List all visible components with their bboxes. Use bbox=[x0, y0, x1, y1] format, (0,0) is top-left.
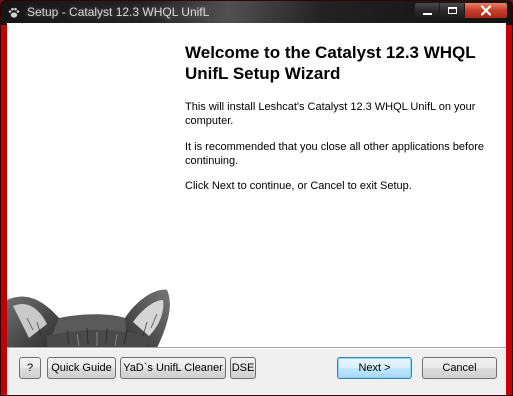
dse-button[interactable]: DSE bbox=[230, 357, 256, 379]
minimize-icon bbox=[422, 12, 432, 15]
welcome-heading: Welcome to the Catalyst 12.3 WHQL UnifL … bbox=[185, 43, 476, 83]
next-button[interactable]: Next > bbox=[337, 357, 412, 379]
minimize-button[interactable] bbox=[414, 2, 440, 19]
quick-guide-button[interactable]: Quick Guide bbox=[47, 357, 116, 379]
title-bar[interactable]: Setup - Catalyst 12.3 WHQL UnifL bbox=[1, 1, 512, 25]
frame-border-right bbox=[506, 25, 512, 395]
welcome-panel: Welcome to the Catalyst 12.3 WHQL UnifL … bbox=[7, 23, 506, 348]
maximize-button[interactable] bbox=[439, 2, 465, 19]
close-apps-recommendation: It is recommended that you close all oth… bbox=[185, 141, 484, 167]
continue-instructions: Click Next to continue, or Cancel to exi… bbox=[185, 180, 412, 192]
cancel-button[interactable]: Cancel bbox=[422, 357, 497, 379]
install-description: This will install Leshcat's Catalyst 12.… bbox=[185, 101, 476, 127]
help-button[interactable]: ? bbox=[19, 357, 41, 379]
maximize-icon bbox=[447, 7, 457, 14]
setup-paw-icon[interactable] bbox=[8, 7, 20, 19]
wizard-client-area: Welcome to the Catalyst 12.3 WHQL UnifL … bbox=[7, 23, 506, 395]
footer-divider bbox=[7, 347, 506, 349]
unifl-cleaner-button[interactable]: YaD`s UnifL Cleaner bbox=[120, 357, 226, 379]
close-icon bbox=[480, 5, 492, 16]
setup-window: Setup - Catalyst 12.3 WHQL UnifL Welcome… bbox=[0, 0, 513, 396]
window-title: Setup - Catalyst 12.3 WHQL UnifL bbox=[27, 5, 210, 19]
peeking-cat-image bbox=[7, 289, 170, 348]
close-button[interactable] bbox=[464, 2, 508, 19]
